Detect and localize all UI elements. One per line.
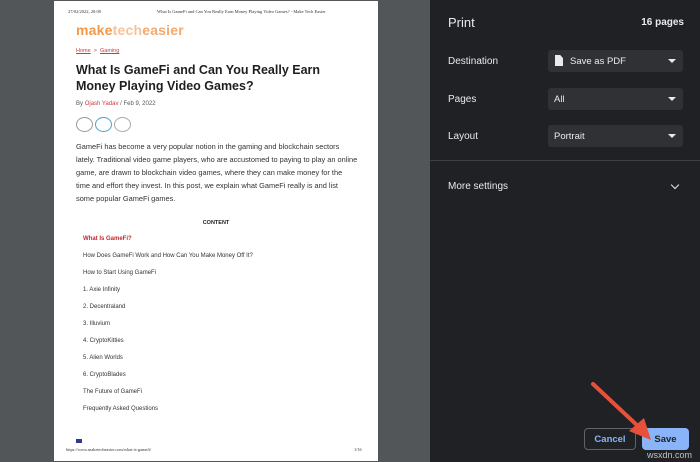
- page-footer-url: https://www.maketecheasier.com/what-is-g…: [66, 447, 152, 452]
- toc-heading: CONTENT: [202, 220, 230, 226]
- document-icon: [555, 55, 563, 66]
- logo-part-tech: tech: [112, 22, 143, 38]
- toc-item: 6. CryptoBlades: [83, 372, 126, 378]
- print-title: Print: [448, 15, 475, 30]
- breadcrumb-separator: >: [93, 48, 97, 54]
- breadcrumb-section: Gaming: [100, 48, 120, 54]
- cancel-button[interactable]: Cancel: [584, 428, 636, 450]
- layout-label: Layout: [448, 131, 479, 142]
- share-circle-icon: [95, 117, 112, 132]
- table-of-contents: What Is GameFi? How Does GameFi Work and…: [83, 235, 353, 422]
- article-intro: GameFi has become a very popular notion …: [76, 142, 358, 203]
- toc-item: 5. Alien Worlds: [83, 355, 123, 361]
- toc-item: How to Start Using GameFi: [83, 270, 157, 276]
- toc-item: 3. Illuvium: [83, 321, 111, 327]
- print-settings-panel: Print 16 pages Destination Save as PDF P…: [430, 0, 700, 462]
- layout-value: Portrait: [554, 130, 585, 142]
- logo-part-easier: easier: [142, 22, 184, 38]
- toc-item: The Future of GameFi: [83, 389, 143, 395]
- toc-item: 2. Decentraland: [83, 304, 126, 310]
- page-count: 16 pages: [641, 17, 684, 28]
- logo-part-make: make: [76, 22, 113, 38]
- dropdown-arrow-icon: [668, 59, 676, 63]
- pages-label: Pages: [448, 94, 477, 105]
- more-settings-toggle[interactable]: More settings: [448, 181, 508, 192]
- destination-value: Save as PDF: [570, 55, 626, 67]
- dropdown-arrow-icon: [668, 97, 676, 101]
- dropdown-arrow-icon: [668, 134, 676, 138]
- toc-item: Frequently Asked Questions: [83, 406, 159, 412]
- print-preview-area: 27/02/2022, 20:00 What Is GameFi and Can…: [0, 0, 430, 462]
- flag-icon: [76, 439, 82, 443]
- byline-author: Ojash Yadav: [84, 101, 119, 107]
- share-circle-icon: [76, 117, 93, 132]
- article-byline: By Ojash Yadav / Feb 9, 2022: [76, 101, 156, 107]
- panel-divider: [430, 160, 700, 161]
- layout-select[interactable]: Portrait: [548, 125, 683, 147]
- site-logo: maketecheasier: [76, 22, 184, 38]
- destination-label: Destination: [448, 56, 499, 67]
- page-header-title: What Is GameFi and Can You Really Earn M…: [157, 9, 326, 14]
- breadcrumb: Home > Gaming: [76, 48, 119, 54]
- toc-item: 1. Axie Infinity: [83, 287, 121, 293]
- page-footer-number: 1/16: [354, 447, 362, 452]
- breadcrumb-home: Home: [76, 48, 91, 54]
- share-icons: [76, 117, 131, 132]
- chevron-down-icon[interactable]: [670, 180, 680, 190]
- toc-item: How Does GameFi Work and How Can You Mak…: [83, 253, 253, 259]
- share-circle-icon: [114, 117, 131, 132]
- preview-page: 27/02/2022, 20:00 What Is GameFi and Can…: [54, 1, 378, 461]
- destination-select[interactable]: Save as PDF: [548, 50, 683, 72]
- byline-by: By: [76, 101, 84, 107]
- toc-item: What Is GameFi?: [83, 236, 132, 242]
- pages-select[interactable]: All: [548, 88, 683, 110]
- page-header-date: 27/02/2022, 20:00: [68, 9, 102, 14]
- article-title: What Is GameFi and Can You Really Earn M…: [76, 63, 321, 93]
- toc-item: 4. CryptoKitties: [83, 338, 124, 344]
- watermark-text: wsxdn.com: [646, 450, 692, 460]
- save-button[interactable]: Save: [642, 428, 689, 450]
- byline-date: / Feb 9, 2022: [120, 101, 156, 107]
- pages-value: All: [554, 93, 565, 105]
